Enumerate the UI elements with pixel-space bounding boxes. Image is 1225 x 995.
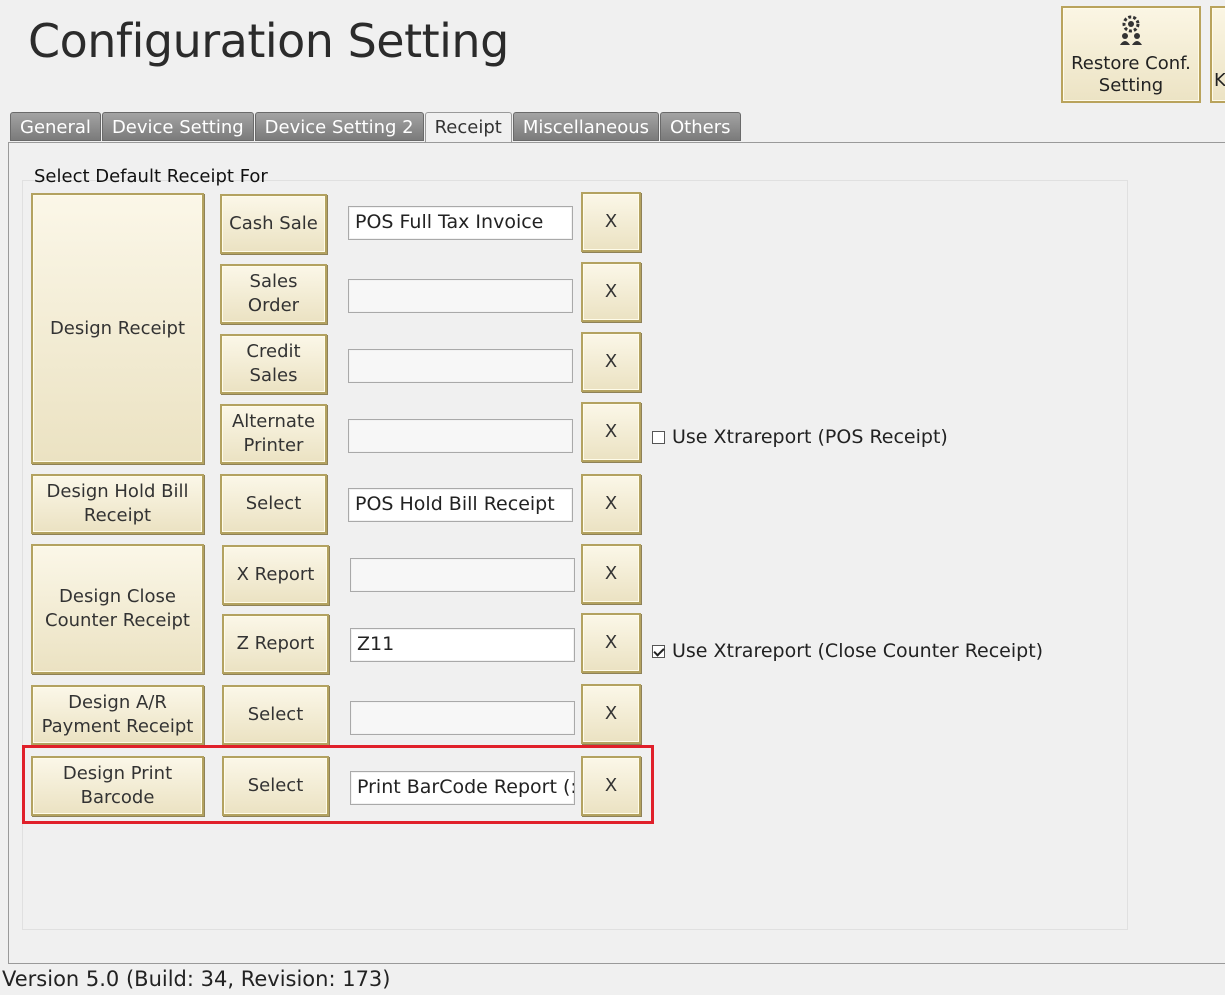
alternate-printer-field[interactable] bbox=[348, 419, 573, 453]
use-xtrareport-close-counter-checkbox[interactable]: Use Xtrareport (Close Counter Receipt) bbox=[652, 640, 1043, 662]
hold-bill-clear-button[interactable]: X bbox=[581, 474, 641, 534]
tab-receipt[interactable]: Receipt bbox=[424, 112, 512, 143]
print-barcode-highlight-box bbox=[22, 745, 654, 824]
design-receipt-button[interactable]: Design Receipt bbox=[31, 193, 204, 464]
z-report-field[interactable]: Z11 bbox=[350, 628, 575, 662]
tab-device-setting[interactable]: Device Setting bbox=[101, 112, 254, 141]
design-close-counter-receipt-button[interactable]: Design Close Counter Receipt bbox=[31, 544, 204, 674]
use-xtrareport-close-counter-label: Use Xtrareport (Close Counter Receipt) bbox=[672, 640, 1044, 662]
cash-sale-field[interactable]: POS Full Tax Invoice bbox=[348, 206, 573, 240]
partial-top-button-label: K bbox=[1214, 70, 1225, 91]
sales-order-clear-button[interactable]: X bbox=[581, 262, 641, 322]
use-xtrareport-pos-receipt-label: Use Xtrareport (POS Receipt) bbox=[672, 426, 948, 448]
z-report-button[interactable]: Z Report bbox=[222, 614, 329, 674]
z-report-clear-button[interactable]: X bbox=[581, 613, 641, 673]
restore-conf-setting-button[interactable]: Restore Conf. Setting bbox=[1061, 6, 1201, 103]
credit-sales-clear-button[interactable]: X bbox=[581, 332, 641, 392]
alternate-printer-clear-button[interactable]: X bbox=[581, 402, 641, 462]
group-label: Select Default Receipt For bbox=[34, 166, 268, 187]
hold-bill-select-button[interactable]: Select bbox=[220, 474, 327, 534]
cash-sale-button[interactable]: Cash Sale bbox=[220, 194, 327, 254]
x-report-field[interactable] bbox=[350, 558, 575, 592]
version-label: Version 5.0 (Build: 34, Revision: 173) bbox=[2, 967, 391, 991]
credit-sales-button[interactable]: Credit Sales bbox=[220, 334, 327, 394]
ar-payment-field[interactable] bbox=[350, 701, 575, 735]
use-xtrareport-pos-receipt-checkbox[interactable]: Use Xtrareport (POS Receipt) bbox=[652, 426, 948, 448]
design-hold-bill-receipt-button[interactable]: Design Hold Bill Receipt bbox=[31, 474, 204, 534]
restore-conf-setting-label: Restore Conf. Setting bbox=[1071, 53, 1191, 96]
x-report-button[interactable]: X Report bbox=[222, 545, 329, 605]
tab-device-setting-2[interactable]: Device Setting 2 bbox=[254, 112, 424, 141]
page-title: Configuration Setting bbox=[28, 14, 509, 68]
x-report-clear-button[interactable]: X bbox=[581, 544, 641, 604]
sales-order-field[interactable] bbox=[348, 279, 573, 313]
partial-top-button[interactable]: K bbox=[1210, 6, 1225, 103]
gear-people-icon bbox=[1063, 14, 1199, 51]
tab-bar: General Device Setting Device Setting 2 … bbox=[10, 112, 741, 143]
credit-sales-field[interactable] bbox=[348, 349, 573, 383]
checkbox-box[interactable] bbox=[652, 430, 665, 444]
ar-payment-clear-button[interactable]: X bbox=[581, 684, 641, 744]
ar-payment-select-button[interactable]: Select bbox=[222, 685, 329, 745]
sales-order-button[interactable]: Sales Order bbox=[220, 264, 327, 324]
hold-bill-field[interactable]: POS Hold Bill Receipt bbox=[348, 488, 573, 522]
tab-general[interactable]: General bbox=[10, 112, 101, 141]
tab-miscellaneous[interactable]: Miscellaneous bbox=[512, 112, 660, 141]
tab-others[interactable]: Others bbox=[660, 112, 741, 141]
alternate-printer-button[interactable]: Alternate Printer bbox=[220, 404, 327, 464]
checkbox-box-checked[interactable] bbox=[652, 644, 665, 658]
cash-sale-clear-button[interactable]: X bbox=[581, 192, 641, 252]
design-ar-payment-receipt-button[interactable]: Design A/R Payment Receipt bbox=[31, 685, 204, 745]
